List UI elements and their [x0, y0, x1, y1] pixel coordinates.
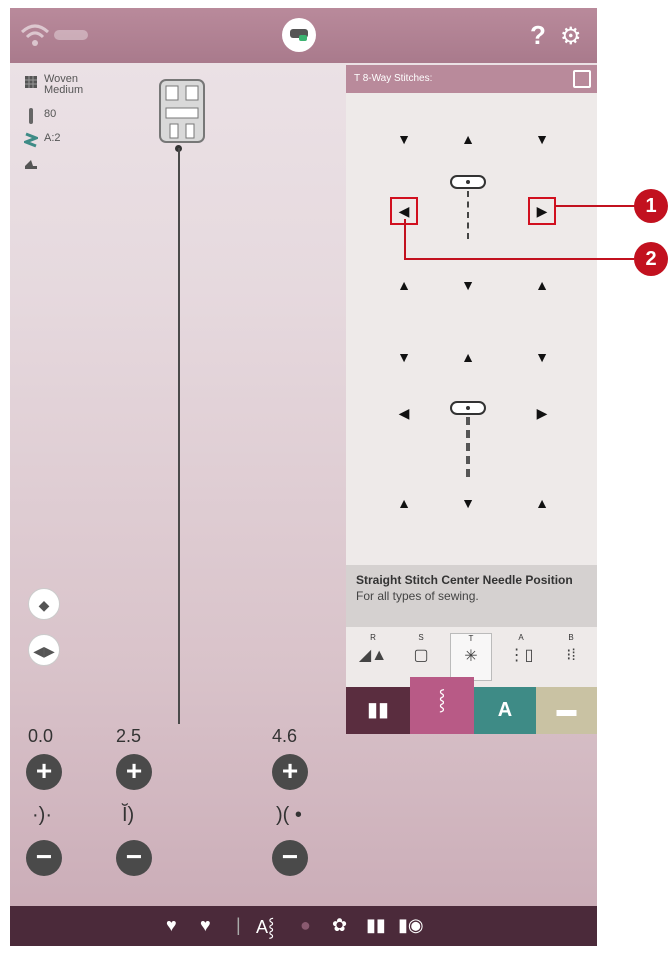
stitch-title: Straight Stitch Center Needle Position: [356, 573, 573, 587]
embroidery-icon[interactable]: ●: [300, 915, 311, 936]
foot-icon: [25, 160, 37, 169]
tension-increase-button[interactable]: +: [272, 754, 308, 790]
callout-line-1: [555, 205, 635, 207]
length-decrease-button[interactable]: −: [116, 840, 152, 876]
foot-icon: ◢▲: [358, 647, 388, 664]
category-letter: R: [370, 633, 376, 642]
needle-info[interactable]: 80: [24, 108, 56, 124]
needle-plate-icon: [450, 175, 486, 189]
buttonhole-icon: ⁝⁞: [566, 647, 576, 664]
stitch-description-text: For all types of sewing.: [356, 589, 479, 603]
arrow-down-left-2[interactable]: ▼: [532, 347, 552, 367]
book-search-icon[interactable]: ▮◉: [398, 915, 424, 936]
arrow-up-left-1[interactable]: ▲: [532, 275, 552, 295]
triple-stitch-line: [466, 417, 470, 477]
arrow-up-2[interactable]: ▲: [458, 347, 478, 367]
arrow-left-2[interactable]: ◀: [394, 403, 414, 423]
width-decrease-button[interactable]: −: [26, 840, 62, 876]
alphabet-label: A: [497, 699, 513, 721]
help-icon[interactable]: ?: [530, 20, 546, 51]
panel-title: T 8-Way Stitches:: [354, 73, 433, 84]
arrow-down-right-2[interactable]: ▼: [394, 347, 414, 367]
width-increase-button[interactable]: +: [26, 754, 62, 790]
fabric-info[interactable]: Woven Medium: [24, 74, 83, 96]
bottom-toolbar: ♥ ♥ | A⸾ ● ✿ ▮▮ ▮◉: [10, 906, 597, 946]
sewing-screen: ? ⚙ Woven Medium 80 A:2 ◆ ◀▶ T 8-Way Sti…: [10, 8, 597, 946]
stitch-length-icon: Ĭ): [122, 804, 135, 826]
category-letter: B: [568, 633, 574, 642]
arrow-right-2[interactable]: ▶: [532, 403, 552, 423]
stitch-description: Straight Stitch Center Needle Position F…: [346, 565, 597, 627]
category-B[interactable]: B ⁝⁞: [550, 633, 592, 665]
folder-tab[interactable]: ▬: [536, 687, 597, 734]
arrow-down-left-1[interactable]: ▼: [532, 129, 552, 149]
callout-badge-1: 1: [634, 189, 668, 223]
stitch-length-value: 2.5: [116, 726, 142, 746]
stitch-line: [467, 191, 469, 239]
tension-decrease-button[interactable]: −: [272, 840, 308, 876]
category-letter: A: [518, 633, 524, 642]
needle-size: 80: [44, 108, 57, 120]
menu-tabs: ▮▮ ⸾ A ▬: [346, 677, 597, 734]
heart-settings-icon[interactable]: ♥: [200, 915, 211, 936]
alphabet-tab[interactable]: A: [474, 687, 536, 734]
needle-plate-icon: [450, 401, 486, 415]
stitch-zigzag-icon: [24, 132, 38, 148]
category-letter: S: [418, 633, 424, 642]
folder-icon: ▬: [556, 699, 577, 721]
stitch-panel: T 8-Way Stitches: ▼ ▲ ▼ ◀ ▶ ▲ ▼ ▲ ▼ ▲ ▼ …: [346, 65, 597, 565]
arrow-up-right-1[interactable]: ▲: [394, 275, 414, 295]
arrow-down-right-1[interactable]: ▼: [394, 129, 414, 149]
category-T[interactable]: T ✳: [450, 633, 492, 681]
mirror-horizontal-button[interactable]: ◀▶: [28, 634, 60, 666]
arrow-down-2[interactable]: ▼: [458, 493, 478, 513]
arrow-down-1[interactable]: ▼: [458, 275, 478, 295]
stitch-width-value: 0.0: [28, 726, 54, 746]
presser-foot-icon: [159, 79, 205, 143]
thread-tension-value: 4.6: [272, 726, 298, 746]
mirror-vertical-button[interactable]: ◆: [28, 588, 60, 620]
presser-foot-info[interactable]: [24, 156, 38, 172]
alphabet-stitch-icon[interactable]: A⸾: [256, 915, 274, 939]
fabric-icon: [25, 76, 37, 88]
stabilizer-info[interactable]: A:2: [24, 132, 61, 148]
category-A[interactable]: A ⋮▯: [500, 633, 542, 665]
category-S[interactable]: S ▢: [400, 633, 442, 665]
book-tab[interactable]: ▮▮: [346, 687, 410, 734]
stabilizer-label: A:2: [44, 132, 61, 144]
arrow-up-right-2[interactable]: ▲: [394, 493, 414, 513]
flower-icon[interactable]: ✿: [332, 915, 347, 936]
arrow-right-1[interactable]: ▶: [528, 197, 556, 225]
category-letter: T: [468, 634, 474, 643]
callout-badge-2: 2: [634, 242, 668, 276]
stitch-icon: ⸾: [438, 689, 446, 711]
top-bar: ? ⚙: [10, 8, 597, 63]
arrow-up-1[interactable]: ▲: [458, 129, 478, 149]
heart-icon[interactable]: ♥: [166, 915, 177, 936]
sewing-machine-icon[interactable]: [282, 18, 316, 52]
book-icon: ▮▮: [366, 699, 389, 721]
stitch-tab[interactable]: ⸾: [410, 677, 474, 734]
utility-stitch-icon: ⋮▯: [508, 647, 534, 664]
wifi-icon[interactable]: [20, 22, 50, 48]
gear-icon[interactable]: ⚙: [560, 22, 582, 51]
panel-header: T 8-Way Stitches:: [346, 65, 597, 93]
stitch-preview-line: [178, 148, 180, 724]
length-increase-button[interactable]: +: [116, 754, 152, 790]
stitch-width-icon: ·)·: [32, 804, 52, 826]
arrow-up-left-2[interactable]: ▲: [532, 493, 552, 513]
frame-icon: ▢: [413, 647, 429, 664]
callout-line-2: [404, 258, 634, 260]
book-icon[interactable]: ▮▮: [366, 915, 386, 936]
divider: |: [236, 915, 241, 935]
needle-icon: [29, 108, 33, 124]
eight-way-icon: ✳: [464, 648, 478, 665]
fabric-weight: Medium: [44, 84, 84, 96]
thread-tension-icon: )( •: [276, 804, 302, 826]
category-R[interactable]: R ◢▲: [352, 633, 394, 665]
status-indicator: [54, 30, 88, 40]
callout-vline-2: [404, 219, 406, 259]
window-icon[interactable]: [573, 70, 591, 88]
